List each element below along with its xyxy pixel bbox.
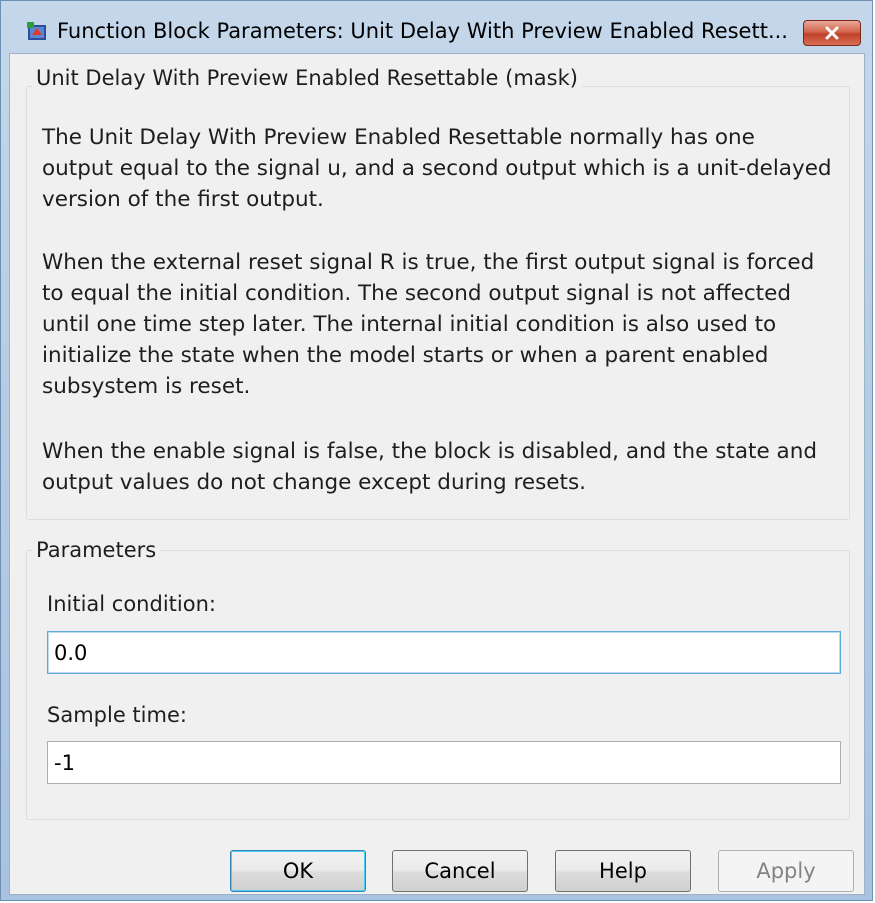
sample-time-label: Sample time: [47, 703, 187, 727]
close-icon [825, 26, 839, 40]
simulink-block-icon [27, 22, 46, 40]
description-paragraph: When the enable signal is false, the blo… [42, 439, 817, 495]
cancel-button[interactable]: Cancel [392, 850, 528, 892]
mask-group-legend: Unit Delay With Preview Enabled Resettab… [32, 66, 582, 90]
help-button[interactable]: Help [555, 850, 691, 892]
apply-button[interactable]: Apply [718, 850, 854, 892]
window-title: Function Block Parameters: Unit Delay Wi… [57, 19, 788, 43]
initial-condition-label: Initial condition: [47, 592, 216, 616]
close-button[interactable] [803, 20, 861, 46]
ok-button[interactable]: OK [230, 850, 366, 892]
dialog-window: Function Block Parameters: Unit Delay Wi… [0, 0, 873, 901]
description-paragraph: When the external reset signal R is true… [42, 250, 815, 399]
parameters-group-legend: Parameters [32, 538, 161, 562]
dialog-client-area: Unit Delay With Preview Enabled Resettab… [9, 53, 865, 895]
sample-time-input[interactable] [47, 741, 841, 784]
title-bar[interactable]: Function Block Parameters: Unit Delay Wi… [1, 1, 872, 46]
description-paragraph: The Unit Delay With Preview Enabled Rese… [42, 125, 832, 212]
initial-condition-input[interactable] [47, 631, 841, 674]
